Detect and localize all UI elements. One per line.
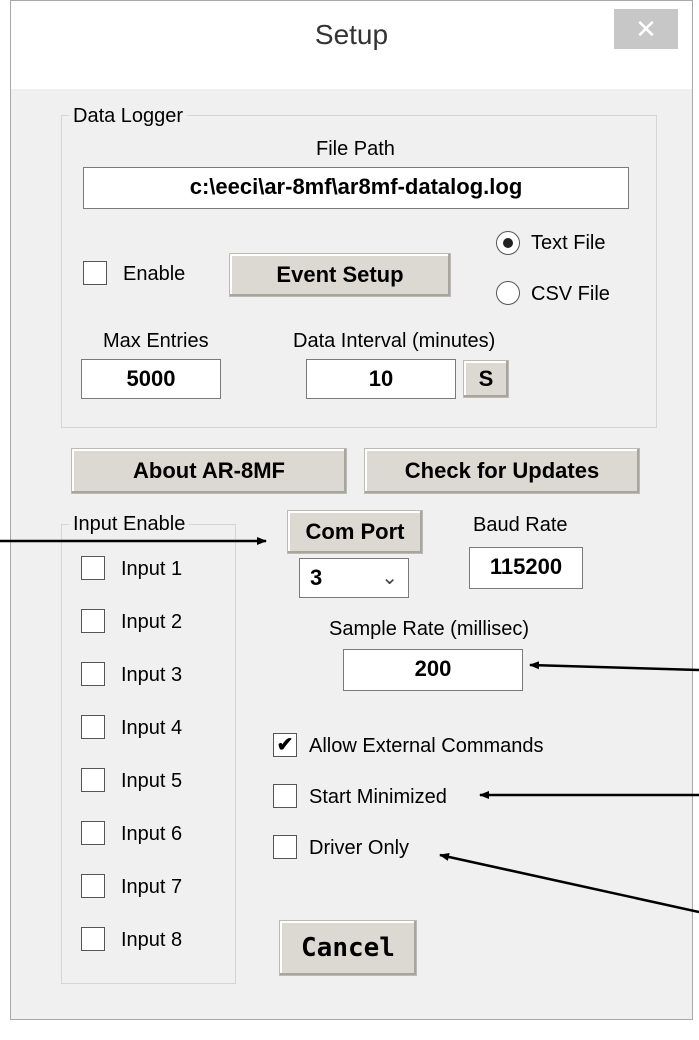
arrow-driver-only — [439, 853, 699, 914]
annotation-arrows — [0, 537, 699, 914]
arrow-sample-rate — [529, 661, 699, 672]
